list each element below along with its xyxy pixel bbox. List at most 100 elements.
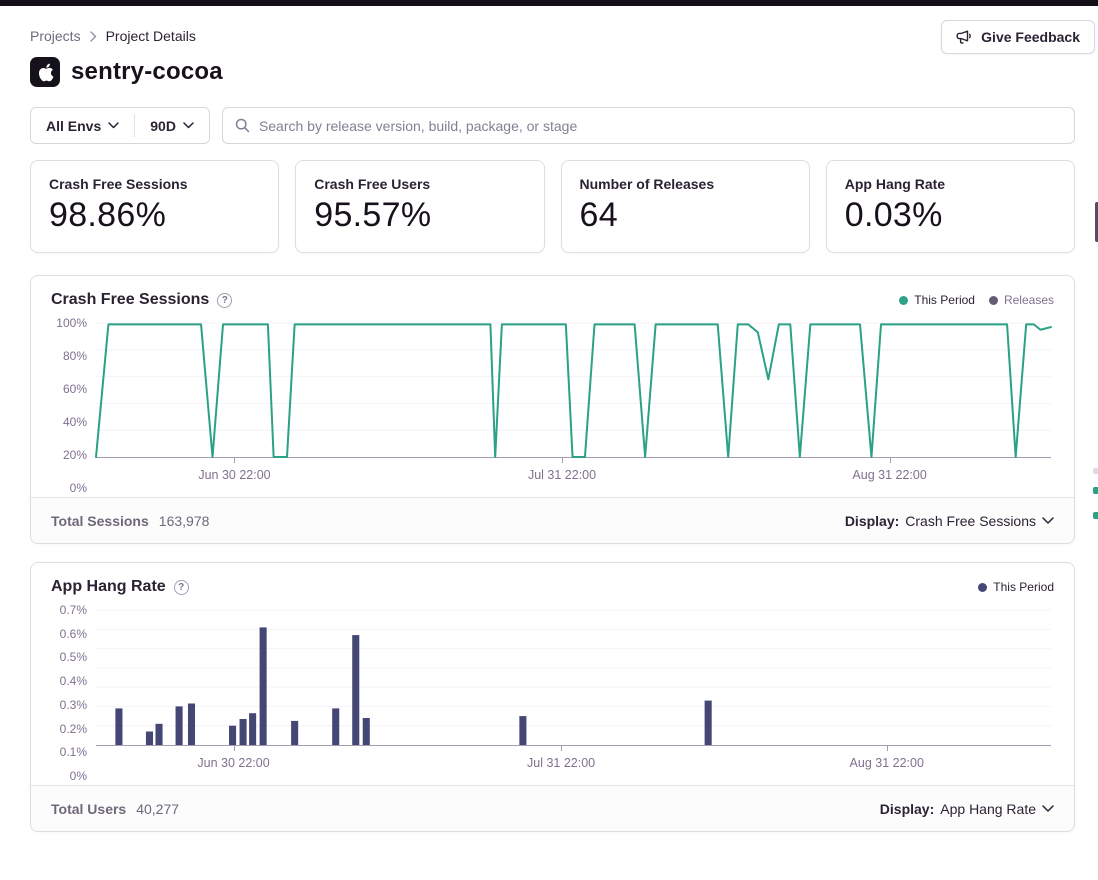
legend-item[interactable]: Releases [989, 293, 1054, 307]
help-icon[interactable]: ? [174, 580, 189, 595]
y-tick-label: 0.7% [60, 603, 87, 617]
breadcrumb-projects-link[interactable]: Projects [30, 28, 81, 44]
y-tick-label: 20% [63, 448, 87, 462]
clipped-content-fragment [1093, 487, 1098, 494]
total-sessions: Total Sessions 163,978 [51, 513, 209, 529]
legend: This Period [978, 580, 1054, 594]
environment-filter-button[interactable]: All Envs [31, 108, 134, 143]
y-tick-label: 60% [63, 382, 87, 396]
bar [519, 716, 526, 745]
y-tick-label: 0.6% [60, 627, 87, 641]
display-value: App Hang Rate [940, 801, 1036, 817]
stat-card-value: 98.86% [49, 196, 260, 235]
total-label: Total Users [51, 801, 126, 817]
panel-title: App Hang Rate [51, 578, 166, 596]
plot-area[interactable] [96, 323, 1051, 458]
chevron-right-icon [90, 31, 97, 42]
release-search-input[interactable] [259, 118, 1062, 134]
y-tick-label: 0.1% [60, 745, 87, 759]
y-tick-label: 0% [70, 769, 87, 783]
chevron-down-icon [1042, 517, 1054, 525]
legend-dot-icon [989, 296, 998, 305]
y-tick-label: 100% [56, 316, 87, 330]
x-tick-label: Aug 31 22:00 [852, 468, 926, 482]
bar [332, 708, 339, 745]
project-title-row: sentry-cocoa [30, 57, 1075, 87]
total-value: 40,277 [136, 801, 179, 817]
breadcrumb-current: Project Details [106, 28, 196, 44]
chevron-down-icon [108, 122, 119, 129]
total-label: Total Sessions [51, 513, 149, 529]
plot-area[interactable] [96, 610, 1051, 746]
total-value: 163,978 [159, 513, 210, 529]
total-users: Total Users 40,277 [51, 801, 179, 817]
panel-footer: Total Sessions 163,978 Display: Crash Fr… [31, 497, 1074, 543]
plot-wrap: Jun 30 22:00Jul 31 22:00Aug 31 22:00 [96, 610, 1051, 776]
display-label: Display: [845, 513, 899, 529]
bar [229, 726, 236, 745]
bar [705, 701, 712, 745]
bar [291, 721, 298, 745]
legend-label: This Period [993, 580, 1054, 594]
y-tick-label: 0.4% [60, 674, 87, 688]
help-icon[interactable]: ? [217, 293, 232, 308]
line-chart-svg [96, 323, 1051, 457]
bar [240, 719, 247, 745]
legend-item[interactable]: This Period [978, 580, 1054, 594]
legend-label: Releases [1004, 293, 1054, 307]
stat-card-label: Crash Free Users [314, 176, 525, 192]
x-tick-label: Jul 31 22:00 [528, 468, 596, 482]
plot-wrap: Jun 30 22:00 Jul 31 22:00 Aug 31 22:00 [96, 323, 1051, 488]
stat-cards-row: Crash Free Sessions 98.86% Crash Free Us… [30, 160, 1075, 253]
legend-item[interactable]: This Period [899, 293, 975, 307]
panel-header: App Hang Rate ? This Period [31, 563, 1074, 602]
stat-card-crash-free-users: Crash Free Users 95.57% [295, 160, 544, 253]
y-tick-label: 0.3% [60, 698, 87, 712]
filter-row: All Envs 90D [30, 107, 1075, 144]
bar [188, 704, 195, 746]
y-tick-label: 80% [63, 349, 87, 363]
legend-label: This Period [914, 293, 975, 307]
chart-area: 0.7%0.6%0.5%0.4%0.3%0.2%0.1%0% Jun 30 22… [31, 610, 1074, 776]
release-search-box [222, 107, 1075, 144]
chevron-down-icon [1042, 805, 1054, 813]
display-select[interactable]: Display: Crash Free Sessions [845, 513, 1054, 529]
bar [249, 713, 256, 745]
bar [176, 706, 183, 745]
clipped-content-fragment [1093, 512, 1098, 519]
x-axis-labels: Jun 30 22:00Jul 31 22:00Aug 31 22:00 [96, 746, 1051, 776]
filter-pill-group: All Envs 90D [30, 107, 210, 144]
display-label: Display: [880, 801, 934, 817]
stat-card-crash-free-sessions: Crash Free Sessions 98.86% [30, 160, 279, 253]
y-tick-label: 40% [63, 415, 87, 429]
crash-free-sessions-panel: Crash Free Sessions ? This Period Release… [30, 275, 1075, 544]
x-axis-labels: Jun 30 22:00 Jul 31 22:00 Aug 31 22:00 [96, 458, 1051, 488]
stat-card-app-hang-rate: App Hang Rate 0.03% [826, 160, 1075, 253]
bar-chart-svg [96, 610, 1051, 745]
bar [155, 724, 162, 745]
project-details-page: Give Feedback Projects Project Details s… [0, 0, 1098, 880]
stat-card-label: App Hang Rate [845, 176, 1056, 192]
bar [363, 718, 370, 745]
date-range-filter-button[interactable]: 90D [135, 108, 209, 143]
y-axis-labels: 0.7%0.6%0.5%0.4%0.3%0.2%0.1%0% [31, 610, 96, 776]
app-hang-rate-panel: App Hang Rate ? This Period 0.7%0.6%0.5%… [30, 562, 1075, 832]
panel-footer: Total Users 40,277 Display: App Hang Rat… [31, 785, 1074, 831]
y-tick-label: 0% [70, 481, 87, 495]
bar [260, 627, 267, 745]
chart-area: 100%80%60%40%20%0% Jun 30 22:00Jul 31 22… [31, 323, 1074, 488]
stat-card-value: 0.03% [845, 196, 1056, 235]
bar [146, 732, 153, 746]
panel-title: Crash Free Sessions [51, 291, 209, 309]
chevron-down-icon [183, 122, 194, 129]
date-range-filter-label: 90D [150, 118, 176, 134]
stat-card-value: 95.57% [314, 196, 525, 235]
display-value: Crash Free Sessions [905, 513, 1036, 529]
x-tick-label: Jul 31 22:00 [527, 756, 595, 770]
display-select[interactable]: Display: App Hang Rate [880, 801, 1054, 817]
x-tick-label: Jun 30 22:00 [198, 468, 270, 482]
x-tick-label: Aug 31 22:00 [850, 756, 924, 770]
legend: This Period Releases [899, 293, 1054, 307]
stat-card-label: Crash Free Sessions [49, 176, 260, 192]
search-icon [235, 118, 250, 133]
